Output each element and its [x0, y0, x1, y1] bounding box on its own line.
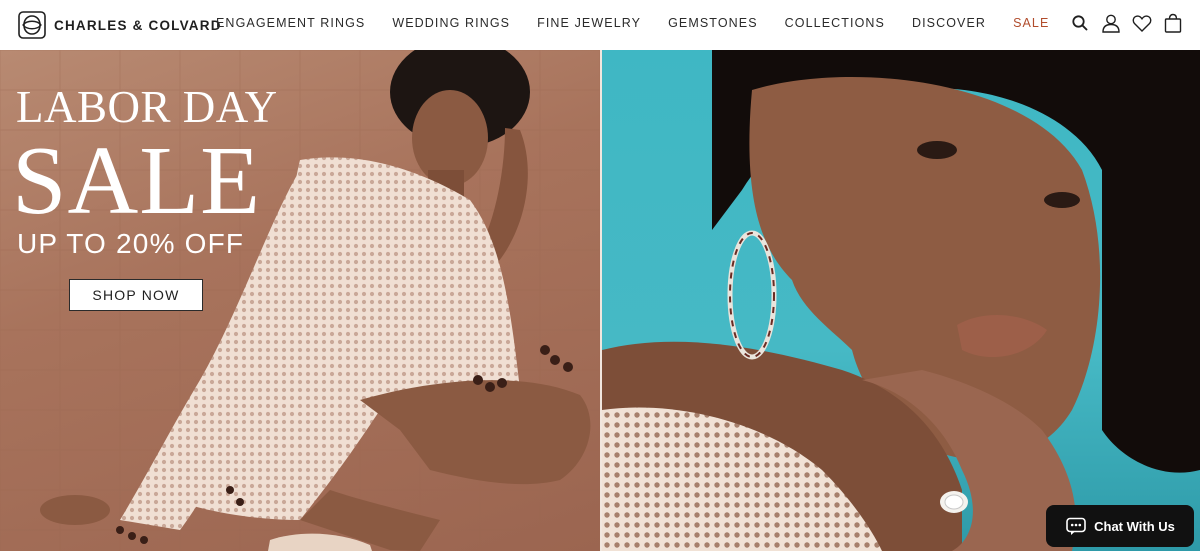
- shop-now-button[interactable]: SHOP NOW: [69, 279, 203, 311]
- promo-subline: UP TO 20% OFF: [17, 228, 245, 259]
- brand-logo-icon: [18, 11, 46, 39]
- hero-image-left[interactable]: LABOR DAY SALE UP TO 20% OFF SHOP NOW: [0, 50, 600, 551]
- brand-name: CHARLES & COLVARD: [54, 17, 222, 33]
- chat-label: Chat With Us: [1094, 518, 1175, 534]
- promo-title-line2: SALE: [12, 127, 261, 235]
- nav-engagement-rings[interactable]: ENGAGEMENT RINGS: [216, 16, 365, 30]
- search-icon[interactable]: [1069, 12, 1091, 34]
- account-icon[interactable]: [1100, 12, 1122, 34]
- promo-title-line1: LABOR DAY: [16, 82, 278, 132]
- nav-wedding-rings[interactable]: WEDDING RINGS: [392, 16, 510, 30]
- brand-logo[interactable]: CHARLES & COLVARD: [18, 11, 222, 39]
- nav-gemstones[interactable]: GEMSTONES: [668, 16, 758, 30]
- site-header: CHARLES & COLVARD ENGAGEMENT RINGS WEDDI…: [0, 0, 1200, 50]
- chat-with-us-button[interactable]: Chat With Us: [1046, 505, 1194, 547]
- nav-discover[interactable]: DISCOVER: [912, 16, 986, 30]
- main-nav: ENGAGEMENT RINGS WEDDING RINGS FINE JEWE…: [216, 16, 1076, 30]
- header-icons: [1060, 12, 1184, 34]
- nav-collections[interactable]: COLLECTIONS: [785, 16, 885, 30]
- hero-image-right[interactable]: [602, 50, 1200, 551]
- hero-photo-right-illustration: [602, 50, 1200, 551]
- nav-sale[interactable]: SALE: [1013, 16, 1049, 30]
- nav-fine-jewelry[interactable]: FINE JEWELRY: [537, 16, 641, 30]
- cart-icon[interactable]: [1162, 12, 1184, 34]
- chat-icon: [1066, 517, 1086, 535]
- wishlist-icon[interactable]: [1131, 12, 1153, 34]
- hero-banner: LABOR DAY SALE UP TO 20% OFF SHOP NOW: [0, 50, 1200, 551]
